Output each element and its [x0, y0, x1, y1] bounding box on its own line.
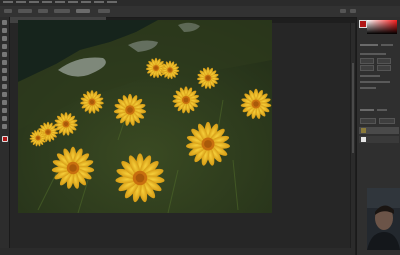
workspace-icon[interactable] — [350, 9, 356, 13]
option-button[interactable] — [76, 9, 90, 13]
option-field[interactable] — [98, 9, 110, 13]
property-field[interactable] — [360, 65, 374, 71]
eyedropper-icon[interactable] — [2, 52, 7, 57]
option-dropdown[interactable] — [54, 9, 70, 13]
scrollbar-thumb[interactable] — [352, 63, 354, 153]
tools-panel — [0, 17, 10, 249]
photo-canvas[interactable] — [18, 20, 272, 213]
blend-mode-select[interactable] — [360, 118, 376, 124]
search-icon[interactable] — [340, 9, 346, 13]
property-field[interactable] — [360, 58, 374, 64]
healing-icon[interactable] — [2, 60, 7, 65]
menu-item[interactable] — [3, 1, 13, 3]
properties-tab[interactable] — [360, 44, 378, 46]
brush-icon[interactable] — [2, 68, 7, 73]
color-picker-field[interactable] — [367, 20, 397, 34]
type-icon[interactable] — [2, 108, 7, 113]
status-bar — [0, 248, 355, 255]
gradient-icon[interactable] — [2, 92, 7, 97]
layer-thumbnail — [361, 137, 366, 142]
marquee-icon[interactable] — [2, 28, 7, 33]
menu-item[interactable] — [42, 1, 52, 3]
tool-preset-picker[interactable] — [4, 9, 12, 13]
move-icon[interactable] — [2, 20, 7, 25]
layers-tab[interactable] — [360, 109, 374, 111]
menu-item[interactable] — [68, 1, 78, 3]
layer-thumbnail — [361, 128, 366, 133]
channels-tab[interactable] — [377, 109, 387, 111]
hand-icon[interactable] — [2, 116, 7, 121]
zoom-icon[interactable] — [2, 124, 7, 129]
foreground-color-chip[interactable] — [359, 20, 367, 28]
property-row — [360, 75, 380, 77]
lasso-icon[interactable] — [2, 36, 7, 41]
property-row — [360, 53, 386, 55]
option-dropdown[interactable] — [18, 9, 32, 13]
option-field[interactable] — [38, 9, 48, 13]
foreground-color-swatch[interactable] — [2, 136, 8, 142]
layer-row[interactable] — [359, 127, 399, 134]
property-row — [360, 87, 376, 89]
menu-item[interactable] — [29, 1, 39, 3]
property-field[interactable] — [377, 58, 391, 64]
property-field[interactable] — [377, 65, 391, 71]
menu-item[interactable] — [94, 1, 104, 3]
eraser-icon[interactable] — [2, 84, 7, 89]
stamp-icon[interactable] — [2, 76, 7, 81]
canvas-vertical-scrollbar[interactable] — [351, 23, 355, 248]
webcam-overlay — [367, 188, 400, 250]
pen-icon[interactable] — [2, 100, 7, 105]
adjustments-tab[interactable] — [381, 44, 393, 46]
crop-icon[interactable] — [2, 44, 7, 49]
menu-item[interactable] — [16, 1, 26, 3]
menu-item[interactable] — [55, 1, 65, 3]
layer-row[interactable] — [359, 136, 399, 143]
property-row — [360, 81, 390, 83]
menu-item[interactable] — [107, 1, 117, 3]
menu-item[interactable] — [81, 1, 91, 3]
opacity-field[interactable] — [379, 118, 395, 124]
